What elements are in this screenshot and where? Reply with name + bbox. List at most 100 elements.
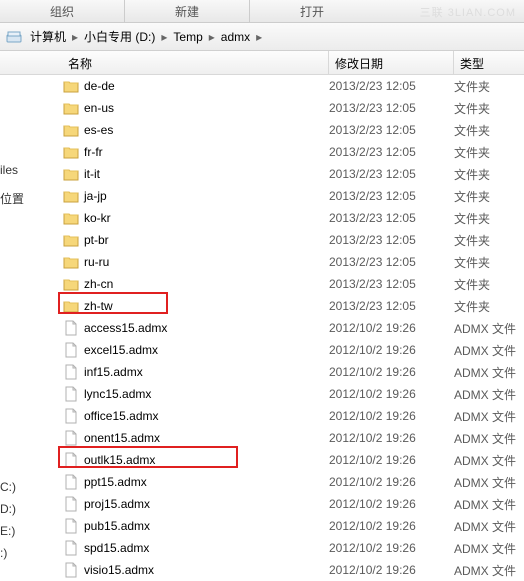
sidebar-fragment: iles — [0, 163, 18, 177]
chevron-right-icon: ▸ — [207, 30, 217, 44]
breadcrumb-item[interactable]: 小白专用 (D:) — [80, 30, 159, 44]
sidebar-fragment: :) — [0, 546, 7, 560]
item-name: zh-cn — [84, 277, 329, 291]
item-type: ADMX 文件 — [454, 430, 524, 447]
item-type: ADMX 文件 — [454, 342, 524, 359]
item-name: visio15.admx — [84, 563, 329, 577]
file-icon — [62, 562, 80, 578]
item-date: 2012/10/2 19:26 — [329, 475, 454, 489]
item-name: ja-jp — [84, 189, 329, 203]
breadcrumb-item[interactable]: 计算机 — [26, 30, 70, 44]
item-type: 文件夹 — [454, 122, 524, 139]
file-icon — [62, 452, 80, 468]
column-name[interactable]: 名称 — [62, 51, 329, 74]
folder-icon — [62, 233, 80, 247]
item-name: inf15.admx — [84, 365, 329, 379]
list-item[interactable]: proj15.admx2012/10/2 19:26ADMX 文件 — [0, 493, 524, 515]
item-name: pt-br — [84, 233, 329, 247]
file-icon — [62, 518, 80, 534]
item-type: 文件夹 — [454, 276, 524, 293]
item-date: 2012/10/2 19:26 — [329, 453, 454, 467]
item-type: ADMX 文件 — [454, 386, 524, 403]
column-type[interactable]: 类型 — [454, 51, 524, 74]
folder-icon — [62, 299, 80, 313]
item-date: 2012/10/2 19:26 — [329, 387, 454, 401]
list-item[interactable]: es-es2013/2/23 12:05文件夹 — [0, 119, 524, 141]
toolbar-new[interactable]: 新建 — [125, 0, 249, 22]
sidebar-fragment: C:) — [0, 480, 16, 494]
file-list: de-de2013/2/23 12:05文件夹en-us2013/2/23 12… — [0, 75, 524, 581]
item-name: ko-kr — [84, 211, 329, 225]
item-type: ADMX 文件 — [454, 320, 524, 337]
list-item[interactable]: office15.admx2012/10/2 19:26ADMX 文件 — [0, 405, 524, 427]
list-item[interactable]: ru-ru2013/2/23 12:05文件夹 — [0, 251, 524, 273]
list-item[interactable]: en-us2013/2/23 12:05文件夹 — [0, 97, 524, 119]
item-date: 2013/2/23 12:05 — [329, 189, 454, 203]
item-type: ADMX 文件 — [454, 562, 524, 579]
item-date: 2012/10/2 19:26 — [329, 321, 454, 335]
item-date: 2013/2/23 12:05 — [329, 299, 454, 313]
chevron-right-icon: ▸ — [70, 30, 80, 44]
item-date: 2013/2/23 12:05 — [329, 255, 454, 269]
item-type: ADMX 文件 — [454, 474, 524, 491]
item-date: 2013/2/23 12:05 — [329, 101, 454, 115]
folder-icon — [62, 101, 80, 115]
item-date: 2013/2/23 12:05 — [329, 123, 454, 137]
item-type: ADMX 文件 — [454, 452, 524, 469]
column-headers: 名称 修改日期 类型 — [0, 51, 524, 75]
item-type: ADMX 文件 — [454, 496, 524, 513]
item-type: ADMX 文件 — [454, 364, 524, 381]
item-type: ADMX 文件 — [454, 540, 524, 557]
list-item[interactable]: de-de2013/2/23 12:05文件夹 — [0, 75, 524, 97]
file-icon — [62, 408, 80, 424]
list-item[interactable]: inf15.admx2012/10/2 19:26ADMX 文件 — [0, 361, 524, 383]
toolbar-open[interactable]: 打开 — [250, 0, 374, 22]
toolbar: 组织 新建 打开 — [0, 0, 524, 23]
file-icon — [62, 320, 80, 336]
list-item[interactable]: zh-tw2013/2/23 12:05文件夹 — [0, 295, 524, 317]
column-date[interactable]: 修改日期 — [329, 51, 454, 74]
list-item[interactable]: pt-br2013/2/23 12:05文件夹 — [0, 229, 524, 251]
breadcrumb-item[interactable]: admx — [217, 30, 254, 44]
toolbar-organize[interactable]: 组织 — [0, 0, 124, 22]
folder-icon — [62, 145, 80, 159]
list-item[interactable]: zh-cn2013/2/23 12:05文件夹 — [0, 273, 524, 295]
item-date: 2013/2/23 12:05 — [329, 211, 454, 225]
list-item[interactable]: visio15.admx2012/10/2 19:26ADMX 文件 — [0, 559, 524, 581]
address-bar[interactable]: 计算机▸小白专用 (D:)▸Temp▸admx▸ — [0, 23, 524, 51]
file-icon — [62, 342, 80, 358]
item-date: 2012/10/2 19:26 — [329, 343, 454, 357]
list-item[interactable]: lync15.admx2012/10/2 19:26ADMX 文件 — [0, 383, 524, 405]
item-date: 2013/2/23 12:05 — [329, 167, 454, 181]
item-name: excel15.admx — [84, 343, 329, 357]
file-icon — [62, 540, 80, 556]
list-item[interactable]: spd15.admx2012/10/2 19:26ADMX 文件 — [0, 537, 524, 559]
list-item[interactable]: outlk15.admx2012/10/2 19:26ADMX 文件 — [0, 449, 524, 471]
chevron-right-icon: ▸ — [254, 30, 264, 44]
list-item[interactable]: excel15.admx2012/10/2 19:26ADMX 文件 — [0, 339, 524, 361]
item-name: lync15.admx — [84, 387, 329, 401]
list-item[interactable]: ja-jp2013/2/23 12:05文件夹 — [0, 185, 524, 207]
item-date: 2013/2/23 12:05 — [329, 277, 454, 291]
item-type: 文件夹 — [454, 232, 524, 249]
item-type: 文件夹 — [454, 144, 524, 161]
list-item[interactable]: ppt15.admx2012/10/2 19:26ADMX 文件 — [0, 471, 524, 493]
folder-icon — [62, 211, 80, 225]
item-name: pub15.admx — [84, 519, 329, 533]
list-item[interactable]: pub15.admx2012/10/2 19:26ADMX 文件 — [0, 515, 524, 537]
list-item[interactable]: access15.admx2012/10/2 19:26ADMX 文件 — [0, 317, 524, 339]
list-item[interactable]: fr-fr2013/2/23 12:05文件夹 — [0, 141, 524, 163]
file-icon — [62, 496, 80, 512]
list-item[interactable]: it-it2013/2/23 12:05文件夹 — [0, 163, 524, 185]
file-icon — [62, 386, 80, 402]
item-date: 2012/10/2 19:26 — [329, 519, 454, 533]
item-date: 2013/2/23 12:05 — [329, 233, 454, 247]
file-icon — [62, 364, 80, 380]
breadcrumb-item[interactable]: Temp — [169, 30, 206, 44]
item-name: ppt15.admx — [84, 475, 329, 489]
item-type: ADMX 文件 — [454, 518, 524, 535]
item-date: 2012/10/2 19:26 — [329, 497, 454, 511]
list-item[interactable]: ko-kr2013/2/23 12:05文件夹 — [0, 207, 524, 229]
sidebar-fragment: 位置 — [0, 190, 24, 207]
list-item[interactable]: onent15.admx2012/10/2 19:26ADMX 文件 — [0, 427, 524, 449]
